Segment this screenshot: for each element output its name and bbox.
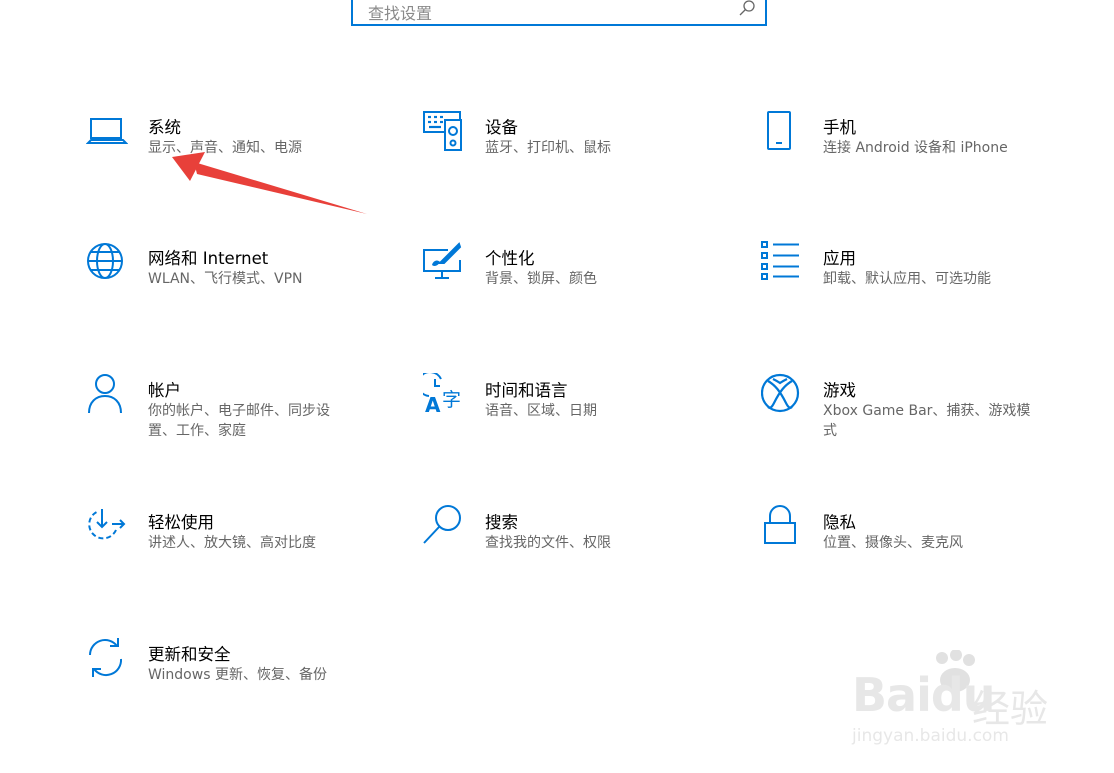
category-title: 更新和安全 [148, 645, 231, 664]
baidu-watermark: Baidu 经验 jingyan.baidu.com [852, 650, 1062, 760]
category-system[interactable]: 系统 显示、声音、通知、电源 [86, 110, 416, 200]
sync-icon [86, 637, 128, 679]
category-title: 网络和 Internet [148, 249, 269, 268]
category-description: 语音、区域、日期 [485, 403, 597, 419]
category-privacy[interactable]: 隐私 位置、摄像头、麦克风 [761, 505, 1091, 595]
watermark-cn: 经验 [972, 687, 1049, 731]
category-accounts[interactable]: 帐户 你的帐户、电子邮件、同步设置、工作、家庭 [86, 373, 416, 463]
category-description: Xbox Game Bar、捕获、游戏模式 [823, 403, 1031, 439]
clock-language-icon: A 字 [423, 373, 465, 415]
category-network[interactable]: 网络和 Internet WLAN、飞行模式、VPN [86, 241, 416, 331]
laptop-icon [86, 110, 128, 152]
search-icon [739, 0, 755, 16]
category-description: 讲述人、放大镜、高对比度 [148, 535, 316, 551]
category-search[interactable]: 搜索 查找我的文件、权限 [423, 505, 753, 595]
category-title: 个性化 [485, 249, 535, 268]
category-phone[interactable]: 手机 连接 Android 设备和 iPhone [761, 110, 1091, 200]
category-title: 应用 [823, 249, 856, 268]
keyboard-speaker-icon [423, 110, 465, 152]
lock-icon [761, 505, 803, 547]
paint-monitor-icon [423, 241, 465, 283]
category-title: 搜索 [485, 513, 518, 532]
category-description: 查找我的文件、权限 [485, 535, 611, 551]
category-description: 连接 Android 设备和 iPhone [823, 140, 1008, 156]
category-title: 时间和语言 [485, 381, 568, 400]
category-personalization[interactable]: 个性化 背景、锁屏、颜色 [423, 241, 753, 331]
category-title: 隐私 [823, 513, 856, 532]
category-time-language[interactable]: A 字 时间和语言 语音、区域、日期 [423, 373, 753, 463]
ease-of-access-icon [86, 505, 128, 547]
category-description: 卸载、默认应用、可选功能 [823, 271, 991, 287]
category-description: 位置、摄像头、麦克风 [823, 535, 963, 551]
category-description: 显示、声音、通知、电源 [148, 140, 302, 156]
search-input[interactable]: 查找设置 [351, 0, 767, 26]
app-list-icon [761, 241, 803, 283]
category-update-security[interactable]: 更新和安全 Windows 更新、恢复、备份 [86, 637, 416, 727]
category-description: WLAN、飞行模式、VPN [148, 271, 303, 287]
svg-text:A: A [425, 393, 441, 415]
magnifier-icon [423, 505, 465, 547]
category-title: 游戏 [823, 381, 856, 400]
category-description: 你的帐户、电子邮件、同步设置、工作、家庭 [148, 403, 330, 439]
category-title: 轻松使用 [148, 513, 214, 532]
person-icon [86, 373, 128, 415]
globe-icon [86, 241, 128, 283]
category-title: 系统 [148, 118, 181, 137]
search-placeholder: 查找设置 [368, 4, 433, 23]
category-title: 帐户 [148, 381, 181, 400]
svg-text:字: 字 [442, 389, 461, 411]
category-ease-of-access[interactable]: 轻松使用 讲述人、放大镜、高对比度 [86, 505, 416, 595]
category-gaming[interactable]: 游戏 Xbox Game Bar、捕获、游戏模式 [761, 373, 1091, 463]
category-description: 背景、锁屏、颜色 [485, 271, 597, 287]
category-title: 手机 [823, 118, 856, 137]
phone-icon [761, 110, 803, 152]
category-devices[interactable]: 设备 蓝牙、打印机、鼠标 [423, 110, 753, 200]
category-description: Windows 更新、恢复、备份 [148, 667, 327, 683]
category-apps[interactable]: 应用 卸载、默认应用、可选功能 [761, 241, 1091, 331]
xbox-icon [761, 373, 803, 415]
category-title: 设备 [485, 118, 518, 137]
watermark-url: jingyan.baidu.com [852, 726, 1009, 746]
category-description: 蓝牙、打印机、鼠标 [485, 140, 611, 156]
